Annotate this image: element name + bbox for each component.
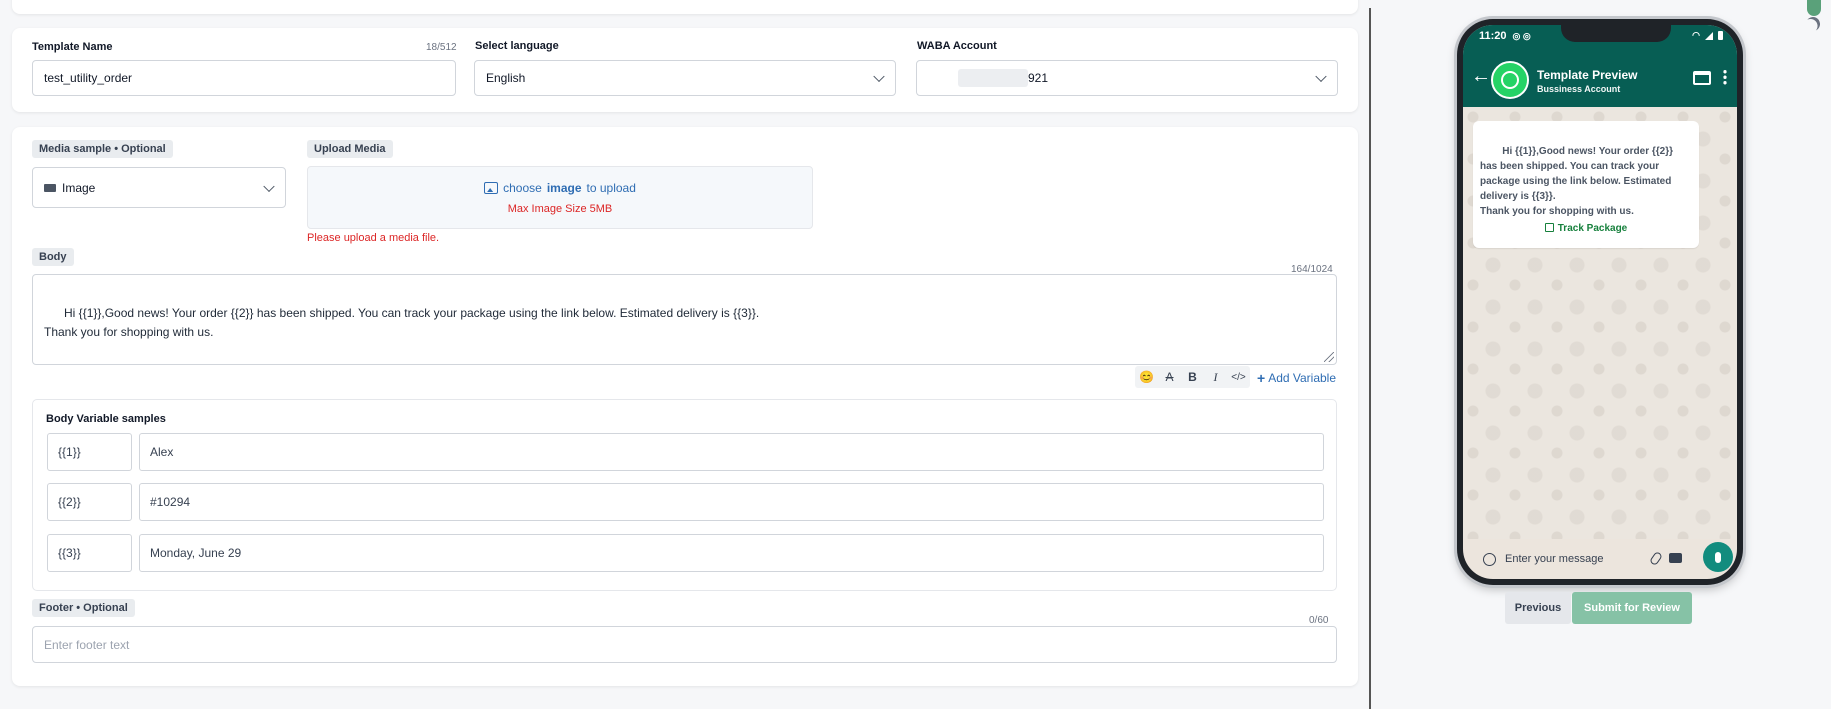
upload-dropzone[interactable]: choose image to upload Max Image Size 5M… [307,166,813,229]
to-upload-text: to upload [586,181,636,195]
phone-preview: 11:20 ◎ ◎ ◠ ← Template Preview Bussiness… [1457,19,1743,585]
logo-ring [1501,71,1519,89]
bold-button[interactable]: B [1181,366,1204,388]
language-value: English [486,71,526,85]
message-placeholder: Enter your message [1505,553,1604,565]
max-size-note: Max Image Size 5MB [507,203,613,215]
chat-subtitle: Bussiness Account [1537,84,1621,94]
media-sample-label: Media sample • Optional [32,140,173,158]
more-vertical-icon[interactable] [1723,69,1727,85]
status-indicators: ◠ [1692,30,1723,41]
phone-screen: 11:20 ◎ ◎ ◠ ← Template Preview Bussiness… [1463,25,1737,579]
body-label: Body [32,248,74,266]
footer-label: Footer • Optional [32,599,135,617]
body-textarea[interactable]: Hi {{1}},Good news! Your order {{2}} has… [32,274,1337,365]
code-button[interactable]: </> [1227,366,1250,388]
chevron-down-icon [873,70,885,83]
phone-notch [1561,25,1671,42]
format-toolbar: 😊 A B I </> [1135,366,1250,388]
message-text: Hi {{1}},Good news! Your order {{2}} has… [1480,146,1674,217]
template-form: Template Name 18/512 test_utility_order … [0,0,1370,709]
media-type-value: Image [62,180,96,195]
language-label: Select language [475,40,559,52]
upload-error: Please upload a media file. [307,232,440,244]
chat-title: Template Preview [1537,68,1638,82]
body-text: Hi {{1}},Good news! Your order {{2}} has… [44,306,760,339]
variable-key-2: {{2}} [47,483,132,521]
track-package-button[interactable]: Track Package [1473,223,1699,234]
plus-icon: + [1257,370,1266,386]
upload-media-label: Upload Media [307,140,393,158]
italic-button[interactable]: I [1204,366,1227,388]
paperclip-icon[interactable] [1648,550,1664,567]
footer-counter: 0/60 [1309,615,1329,626]
microphone-icon [1715,551,1721,563]
resize-handle[interactable] [1324,352,1334,362]
battery-icon [1718,31,1723,40]
image-icon [44,183,56,192]
submit-for-review-button[interactable]: Submit for Review [1572,592,1692,624]
add-variable-label: Add Variable [1268,371,1337,385]
emoji-button[interactable]: 😊 [1135,366,1158,388]
strikethrough-button[interactable]: A [1158,366,1181,388]
chevron-down-icon [263,180,275,192]
media-type-select[interactable]: Image [32,167,286,208]
dark-mode-icon[interactable] [1804,15,1822,33]
template-name-counter: 18/512 [426,42,457,53]
footer-placeholder: Enter footer text [44,637,130,652]
status-app-icons: ◎ ◎ [1512,30,1531,41]
waba-select[interactable]: 921 [916,60,1338,96]
variable-key-1: {{1}} [47,433,132,471]
add-variable-button[interactable]: + Add Variable [1257,370,1336,386]
previous-button[interactable]: Previous [1505,592,1571,624]
redacted-block [958,69,1028,87]
external-link-icon [1544,223,1554,232]
variable-value-2-input[interactable]: #10294 [139,483,1324,521]
variable-value-3-input[interactable]: Monday, June 29 [139,534,1324,572]
language-select[interactable]: English [474,60,896,96]
status-time: 11:20 [1479,30,1507,42]
waba-value: 921 [1028,71,1049,85]
panel-divider[interactable] [1369,8,1371,709]
back-arrow-icon[interactable]: ← [1471,65,1491,88]
choose-image-link[interactable]: image [547,181,582,195]
variable-key-3: {{3}} [47,534,132,572]
upload-prompt: choose image to upload [308,181,812,195]
previous-card [12,0,1358,14]
message-input-bar[interactable]: Enter your message [1471,545,1682,573]
chevron-down-icon [1315,70,1327,83]
variable-value-1-input[interactable]: Alex [139,433,1324,471]
template-editor: Template Name 18/512 test_utility_order … [0,0,1831,709]
side-tab[interactable] [1807,0,1821,16]
chat-header: ← Template Preview Bussiness Account [1463,47,1737,107]
template-name-label: Template Name [32,41,113,53]
gallery-icon [484,182,499,194]
emoji-icon[interactable] [1483,552,1496,566]
waba-label: WABA Account [917,40,997,52]
store-icon[interactable] [1693,71,1711,85]
whatsapp-logo-icon [1491,61,1529,99]
wifi-icon: ◠ [1692,30,1700,40]
signal-icon [1705,31,1713,40]
choose-text: choose [503,181,542,195]
mic-button[interactable] [1703,542,1733,572]
track-package-label: Track Package [1557,223,1628,234]
camera-icon[interactable] [1669,553,1682,563]
template-name-input[interactable]: test_utility_order [32,60,456,96]
footer-input[interactable]: Enter footer text [32,626,1337,663]
body-variables-title: Body Variable samples [46,413,166,425]
